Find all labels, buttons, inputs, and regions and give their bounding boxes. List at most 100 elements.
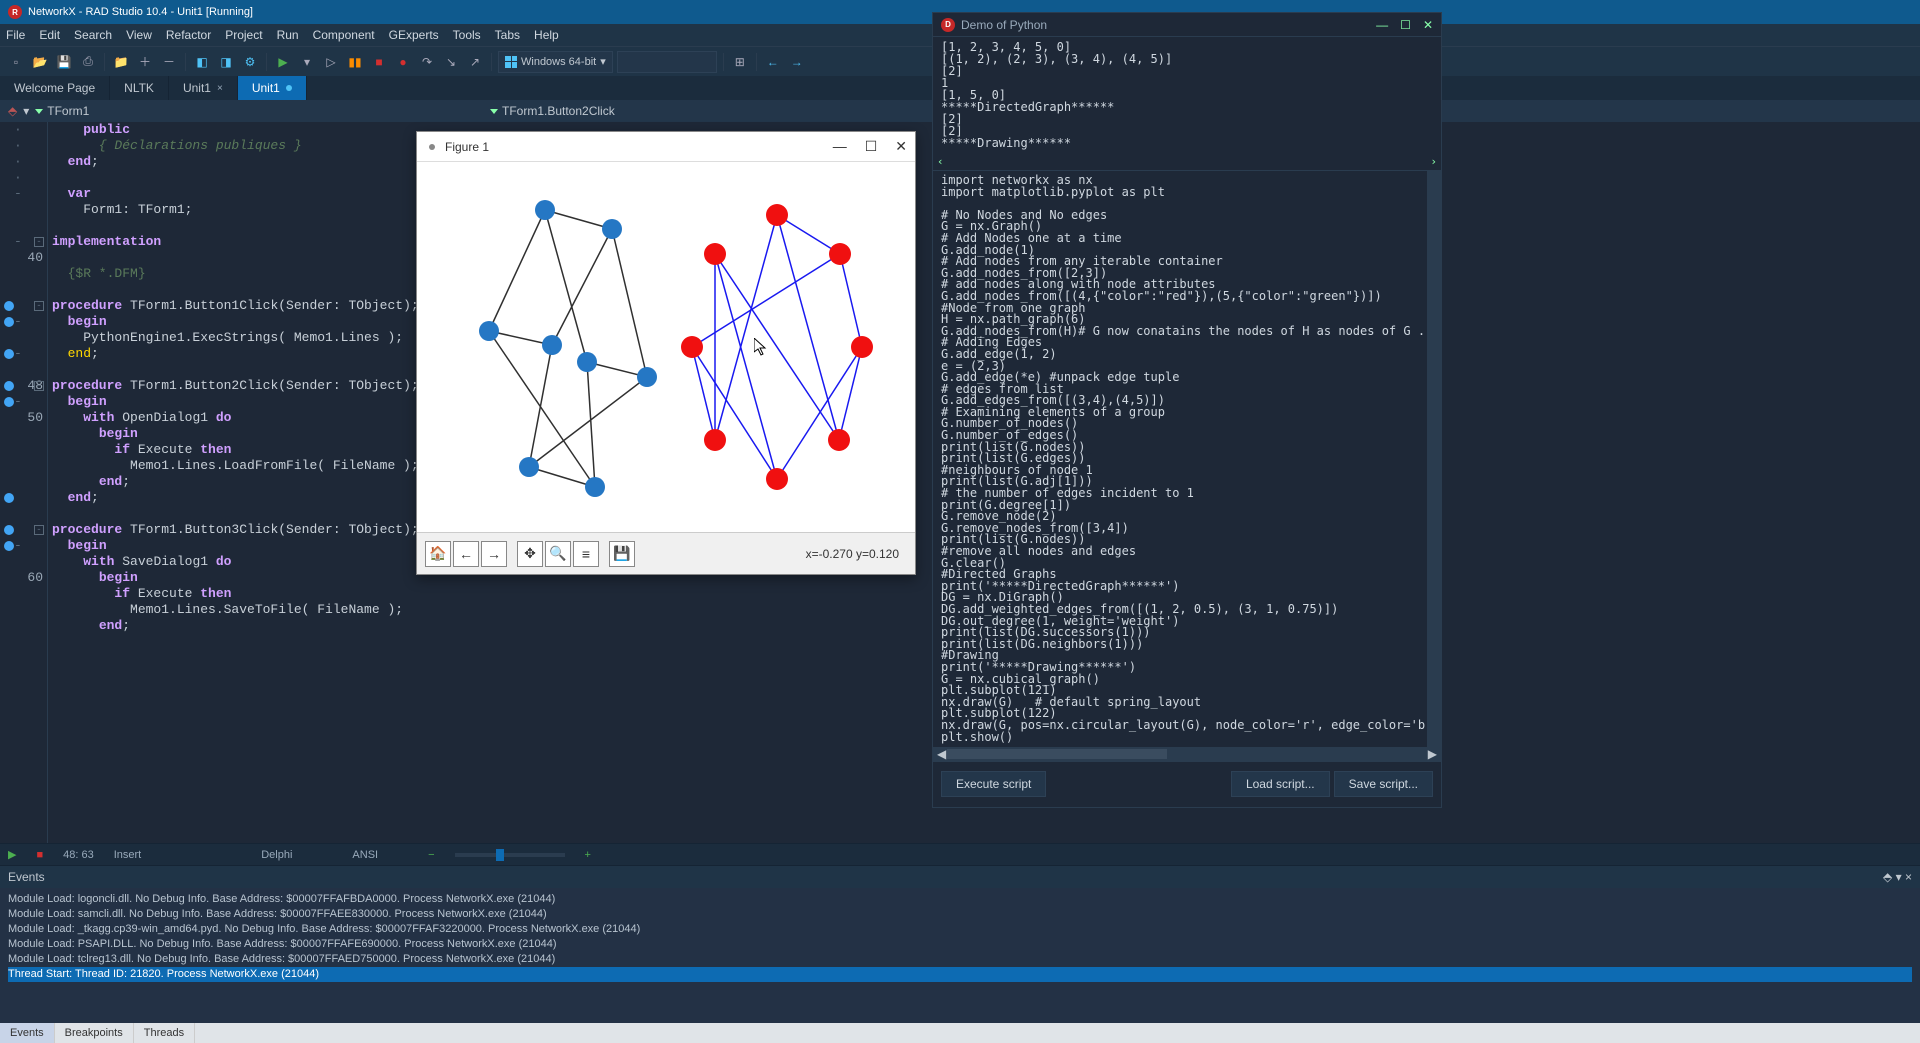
minimize-icon[interactable]: — [1376,18,1388,32]
menu-tabs[interactable]: Tabs [495,28,520,42]
editor-statusbar: ▶ ■ 48: 63 Insert Delphi ANSI − + [0,843,1920,865]
figure-titlebar[interactable]: Figure 1 — ☐ ✕ [417,132,915,162]
close-icon[interactable]: × [217,83,223,94]
execute-script-button[interactable]: Execute script [941,771,1046,797]
tab-label: Unit1 [252,81,280,95]
python-code-editor[interactable]: import networkx as nx import matplotlib.… [933,171,1441,747]
window-layout-icon[interactable]: ⊞ [730,52,750,72]
close-icon[interactable]: ✕ [1423,18,1433,32]
tab-label: Welcome Page [14,81,95,95]
menu-file[interactable]: File [6,28,25,42]
menu-project[interactable]: Project [225,28,262,42]
scroll-right-icon[interactable]: › [1430,156,1437,170]
folder-icon[interactable]: 📁 [111,52,131,72]
panel-controls: ⬘ ▾ × [1883,870,1912,884]
back-icon[interactable]: ← [453,541,479,567]
section-icon[interactable]: ⬘ [8,104,17,118]
step-into-icon[interactable]: ↘ [441,52,461,72]
run-no-debug-icon[interactable]: ▷ [321,52,341,72]
run-icon[interactable]: ▶ [273,52,293,72]
editor-gutter[interactable]: ····---40----48-50--60 [0,122,48,843]
load-script-button[interactable]: Load script... [1231,771,1330,797]
tab-welcome[interactable]: Welcome Page [0,76,110,100]
encoding-label: ANSI [352,849,378,861]
figure-canvas[interactable] [417,162,915,532]
minimize-icon[interactable]: — [833,138,847,155]
plus-icon[interactable]: + [585,849,591,861]
modified-indicator-icon [286,85,292,91]
events-tab-threads[interactable]: Threads [134,1023,195,1043]
stop-icon[interactable]: ■ [369,52,389,72]
pan-icon[interactable]: ✥ [517,541,543,567]
home-icon[interactable]: 🏠 [425,541,451,567]
menu-run[interactable]: Run [277,28,299,42]
vertical-scrollbar[interactable] [1427,171,1441,747]
nav-back-icon[interactable]: ← [763,52,783,72]
events-log[interactable]: Module Load: logoncli.dll. No Debug Info… [0,888,1920,1023]
slider-thumb[interactable] [496,849,504,861]
dropdown-icon[interactable]: ▾ [297,52,317,72]
toolbar-separator [185,53,186,71]
windows-icon [505,56,517,68]
cursor-coordinates: x=-0.270 y=0.120 [806,547,907,561]
menu-refactor[interactable]: Refactor [166,28,211,42]
maximize-icon[interactable]: ☐ [865,138,878,155]
python-output[interactable]: [1, 2, 3, 4, 5, 0] [(1, 2), (2, 3), (3, … [933,37,1441,171]
nav-method-label[interactable]: TForm1.Button2Click [502,104,615,118]
mouse-cursor-icon [754,338,770,358]
menu-edit[interactable]: Edit [39,28,60,42]
pin-icon[interactable]: ⬘ [1883,870,1892,884]
new-file-icon[interactable]: ▫ [6,52,26,72]
scroll-left-icon[interactable]: ◀ [937,747,946,761]
figure-toolbar: 🏠 ← → ✥ 🔍 ≡ 💾 x=-0.270 y=0.120 [417,532,915,574]
stop-indicator-icon[interactable]: ■ [36,849,43,861]
form-view-icon[interactable]: ◧ [192,52,212,72]
scroll-left-icon[interactable]: ‹ [937,156,944,170]
rad-studio-icon: R [8,5,22,19]
events-tab-events[interactable]: Events [0,1023,55,1043]
configure-icon[interactable]: ≡ [573,541,599,567]
scroll-right-icon[interactable]: ▶ [1428,747,1437,761]
forward-icon[interactable]: → [481,541,507,567]
remove-file-icon[interactable]: － [159,52,179,72]
step-over-icon[interactable]: ↷ [417,52,437,72]
menu-gexperts[interactable]: GExperts [389,28,439,42]
events-tab-breakpoints[interactable]: Breakpoints [55,1023,134,1043]
chevron-down-icon[interactable]: ▾ [23,104,29,118]
tab-unit1-active[interactable]: Unit1 [238,76,307,100]
menu-view[interactable]: View [126,28,152,42]
nav-forward-icon[interactable]: → [787,52,807,72]
nav-form-label[interactable]: TForm1 [47,104,89,118]
close-icon[interactable]: ✕ [895,138,907,155]
toggle-view-icon[interactable]: ◨ [216,52,236,72]
pydemo-titlebar[interactable]: D Demo of Python — ☐ ✕ [933,13,1441,37]
tab-nltk[interactable]: NLTK [110,76,169,100]
minus-icon[interactable]: − [428,849,434,861]
zoom-slider[interactable] [455,853,565,857]
chevron-icon[interactable]: ▾ [1896,870,1902,884]
scrollbar-thumb[interactable] [947,749,1167,759]
tab-unit1[interactable]: Unit1× [169,76,238,100]
horizontal-scrollbar[interactable]: ◀ ▶ [933,747,1441,761]
config-selector[interactable] [617,51,717,73]
step-out-icon[interactable]: ↗ [465,52,485,72]
menu-tools[interactable]: Tools [453,28,481,42]
settings-icon[interactable]: ⚙ [240,52,260,72]
save-all-icon[interactable]: ⎙ [78,52,98,72]
menu-search[interactable]: Search [74,28,112,42]
save-icon[interactable]: 💾 [54,52,74,72]
run-indicator-icon[interactable]: ▶ [8,848,16,861]
menu-component[interactable]: Component [313,28,375,42]
record-icon[interactable]: ● [393,52,413,72]
save-script-button[interactable]: Save script... [1334,771,1433,797]
platform-selector[interactable]: Windows 64-bit ▾ [498,51,613,73]
add-file-icon[interactable]: ＋ [135,52,155,72]
menu-help[interactable]: Help [534,28,559,42]
code-text: import networkx as nx import matplotlib.… [941,173,1441,744]
maximize-icon[interactable]: ☐ [1400,18,1411,32]
close-icon[interactable]: × [1905,870,1912,884]
chevron-down-icon: ▾ [600,55,606,68]
open-file-icon[interactable]: 📂 [30,52,50,72]
pause-icon[interactable]: ▮▮ [345,52,365,72]
zoom-icon[interactable]: 🔍 [545,541,571,567]
